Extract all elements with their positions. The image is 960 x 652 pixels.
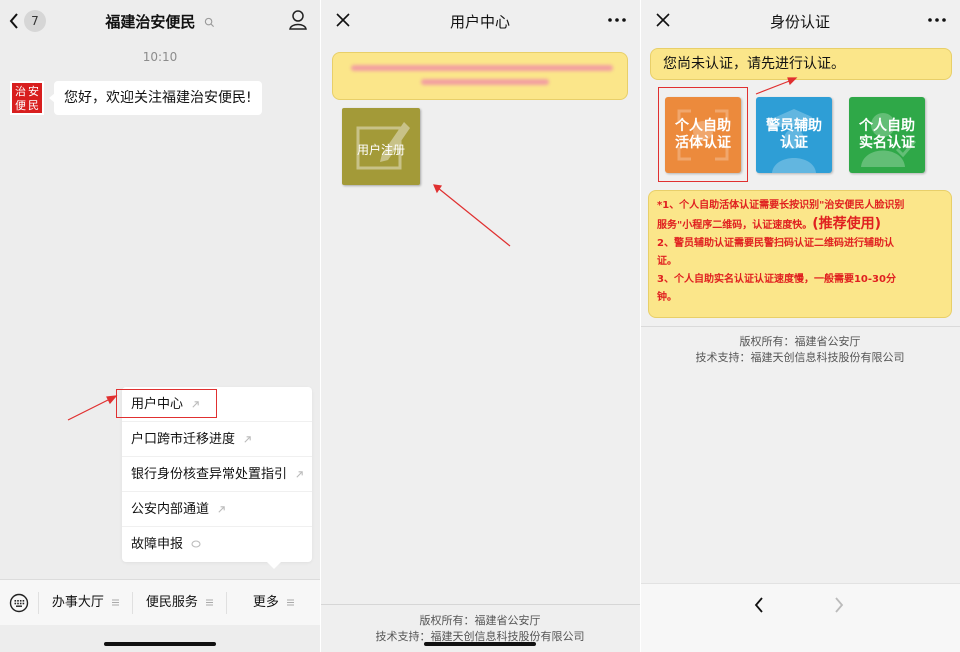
menu-lines-icon	[287, 599, 295, 605]
more-icon[interactable]	[608, 18, 626, 22]
home-indicator	[104, 642, 216, 646]
identity-navbar: 身份认证	[640, 0, 960, 40]
chat-panel: 7 福建治安便民 10:10 治 安 便 民 您好，欢迎关注福建治安便民! 用户…	[0, 0, 320, 652]
page-title: 身份认证	[769, 13, 830, 31]
note-line: 2、警员辅助认证需要民警扫码认证二维码进行辅助认	[657, 238, 894, 249]
note-line: 钟。	[657, 292, 677, 303]
blurred-text-line	[351, 65, 613, 71]
tile-label-line: 认证	[780, 135, 808, 151]
panel-divider	[640, 0, 641, 652]
chevron-left-icon[interactable]	[753, 596, 765, 614]
chat-header: 7 福建治安便民	[0, 0, 320, 42]
tile-label-line: 警员辅助	[766, 118, 822, 134]
avatar[interactable]: 治 安 便 民	[10, 81, 44, 115]
bottom-menu-bar: 办事大厅 便民服务 更多	[0, 579, 320, 625]
tab-label: 办事大厅	[51, 594, 104, 610]
register-tile[interactable]: 用户注册	[342, 108, 420, 185]
message-bubble[interactable]: 您好，欢迎关注福建治安便民!	[49, 81, 262, 115]
more-icon[interactable]	[928, 18, 946, 22]
register-label: 用户注册	[356, 143, 405, 157]
chat-icon	[191, 540, 201, 548]
user-center-panel: 用户中心 用户注册 版权所有：福建省公安厅 技术支持：福建天创信息科技股份有限公…	[320, 0, 640, 652]
blurred-text-line	[421, 79, 549, 85]
menu-item-fault-report[interactable]: 故障申报	[122, 527, 312, 562]
note-line: *1、个人自助活体认证需要长按识别"治安便民人脸识别	[657, 200, 905, 211]
menu-item-label: 公安内部通道	[131, 502, 210, 517]
avatar-char: 民	[28, 99, 39, 112]
link-icon	[244, 436, 251, 443]
panel-divider	[320, 0, 321, 652]
menu-item-label: 银行身份核查异常处置指引	[131, 467, 288, 482]
menu-item-internal-channel[interactable]: 公安内部通道	[122, 492, 312, 527]
footer-copyright: 版权所有：福建省公安厅	[419, 614, 541, 627]
not-certified-notice: 您尚未认证，请先进行认证。	[650, 48, 952, 80]
link-icon	[296, 471, 303, 478]
footer-copyright: 版权所有：福建省公安厅	[739, 335, 861, 348]
page-title: 用户中心	[449, 13, 510, 31]
tab-label: 更多	[252, 594, 279, 610]
menu-lines-icon	[206, 599, 214, 605]
realname-auth-tile[interactable]: 个人自助 实名认证	[849, 97, 925, 173]
tab-label: 便民服务	[145, 594, 198, 610]
tile-label-line: 实名认证	[859, 135, 915, 151]
tab-more[interactable]: 更多	[226, 591, 320, 614]
avatar-char: 便	[15, 99, 26, 112]
police-auth-tile[interactable]: 警员辅助 认证	[756, 97, 832, 173]
person-icon[interactable]	[288, 9, 308, 31]
tile-label-line: 个人自助	[859, 118, 915, 134]
avatar-char: 治	[15, 85, 26, 98]
menu-item-hukou-progress[interactable]: 户口跨市迁移进度	[122, 422, 312, 457]
keyboard-icon	[9, 593, 29, 612]
message-time: 10:10	[142, 50, 178, 64]
note-text: 服务"小程序二维码，认证速度快。	[657, 220, 813, 231]
divider	[640, 326, 960, 327]
highlight-box-user-center	[116, 389, 217, 418]
menu-item-label: 户口跨市迁移进度	[131, 432, 236, 447]
identity-panel: 身份认证 您尚未认证，请先进行认证。 个人自助 活体认证 警员辅助 认证 个人自助实…	[640, 0, 960, 652]
note-line: 3、个人自助实名认证认证速度慢，一般需要10-30分	[657, 274, 896, 285]
chevron-right-icon[interactable]	[833, 596, 845, 614]
footer-support: 技术支持：福建天创信息科技股份有限公司	[695, 351, 905, 364]
highlight-box-live-auth	[658, 87, 748, 182]
tile-label: 个人自助 实名认证	[859, 118, 915, 152]
tab-service-hall[interactable]: 办事大厅	[38, 591, 132, 614]
chat-title: 福建治安便民	[0, 11, 320, 32]
menu-item-label: 故障申报	[131, 537, 184, 552]
tab-convenience-service[interactable]: 便民服务	[132, 591, 226, 614]
link-icon	[218, 506, 225, 513]
auth-notes: *1、个人自助活体认证需要长按识别"治安便民人脸识别 服务"小程序二维码，认证速…	[648, 190, 952, 318]
user-center-navbar: 用户中心	[320, 0, 640, 40]
avatar-char: 安	[28, 85, 39, 98]
note-line: 证。	[657, 256, 677, 267]
note-line: 服务"小程序二维码，认证速度快。(推荐使用)	[657, 215, 943, 235]
mute-icon	[204, 17, 214, 28]
home-indicator	[424, 642, 536, 646]
blurred-notice	[332, 52, 628, 100]
menu-lines-icon	[112, 599, 120, 605]
tile-label: 警员辅助 认证	[766, 118, 822, 152]
keyboard-toggle[interactable]	[0, 593, 38, 613]
chat-title-text: 福建治安便民	[105, 13, 196, 31]
menu-item-bank-verify[interactable]: 银行身份核查异常处置指引	[122, 457, 312, 492]
recommend-text: (推荐使用)	[812, 216, 882, 232]
browser-nav-bar	[640, 583, 960, 652]
